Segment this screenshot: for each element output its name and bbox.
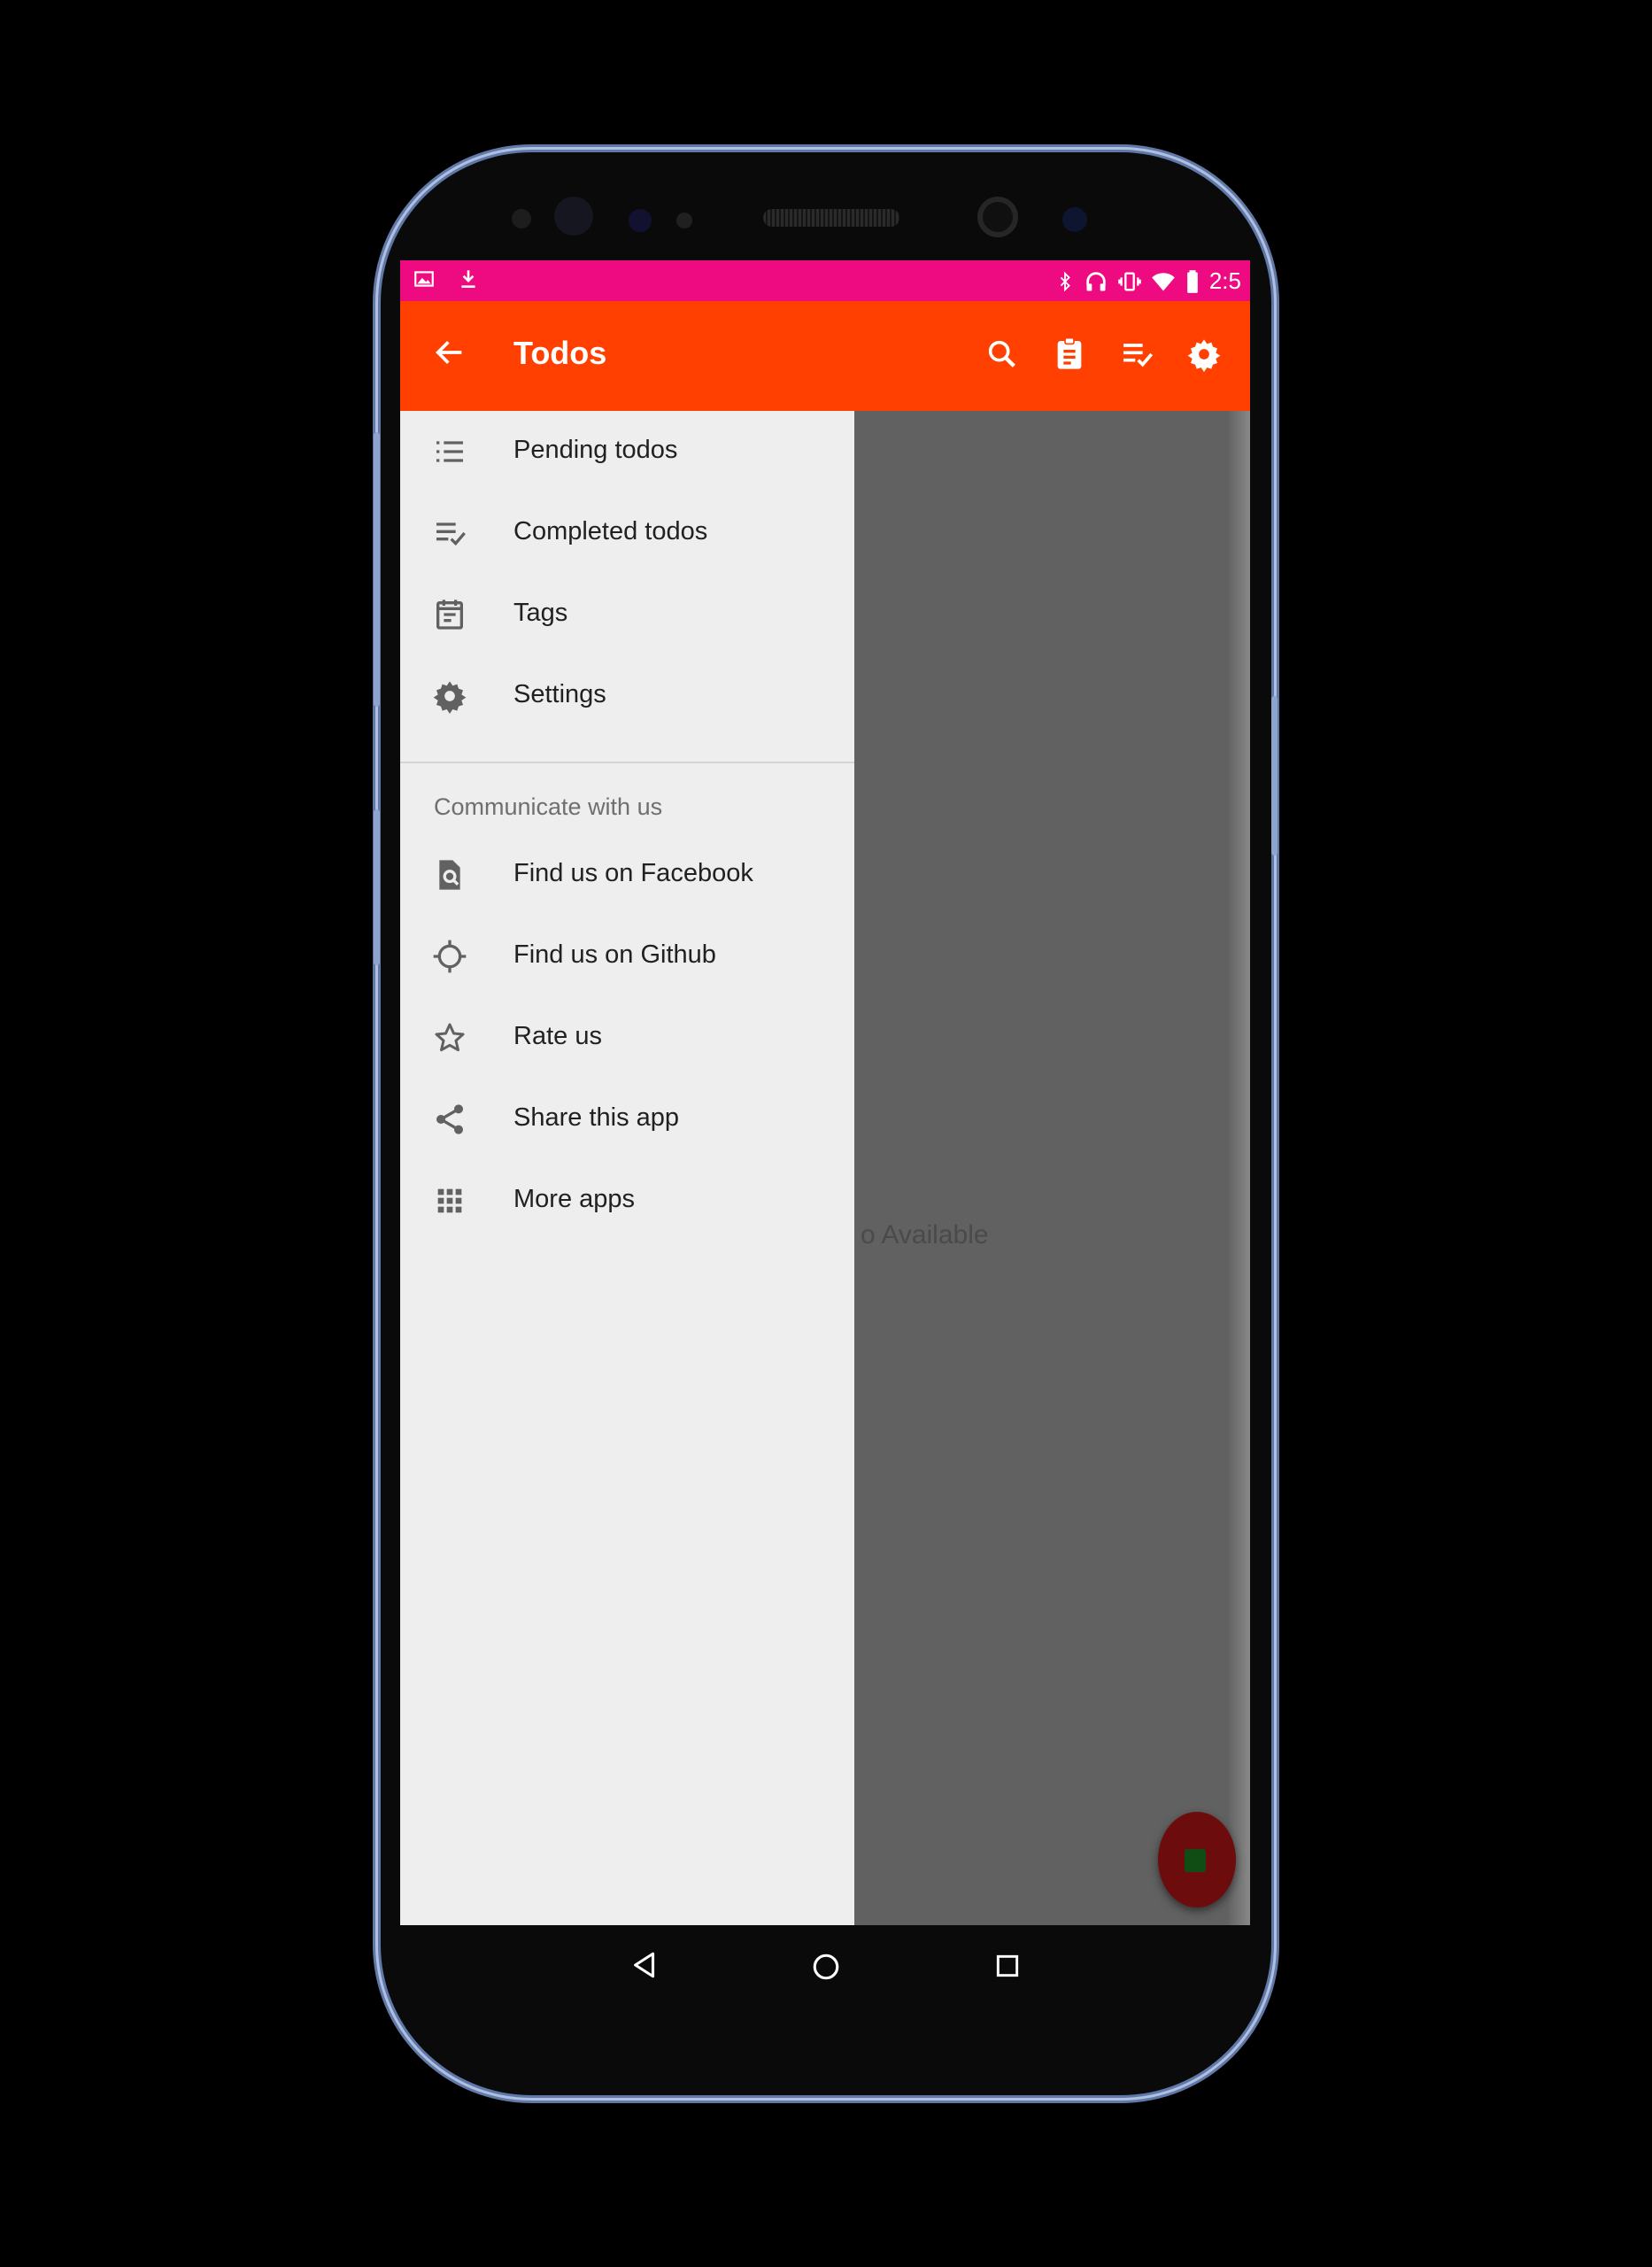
settings-icon[interactable] xyxy=(1186,337,1222,372)
page-title: Todos xyxy=(513,335,607,371)
clipboard-icon[interactable] xyxy=(1052,337,1087,372)
front-sensor xyxy=(1062,207,1087,232)
star-outline-icon xyxy=(435,1023,465,1052)
front-sensor xyxy=(512,209,531,228)
drawer-item-settings[interactable]: Settings xyxy=(400,655,854,737)
drawer-item-label: More apps xyxy=(513,1185,636,1213)
front-sensor xyxy=(676,213,692,228)
add-todo-fab[interactable] xyxy=(1158,1812,1236,1907)
gear-icon xyxy=(433,681,467,714)
drawer-item-github[interactable]: Find us on Github xyxy=(400,916,854,997)
drawer-item-completed-todos[interactable]: Completed todos xyxy=(400,492,854,574)
drawer-item-share[interactable]: Share this app xyxy=(400,1079,854,1160)
app-bar: Todos xyxy=(400,301,1250,411)
phone-volume-down-button xyxy=(374,809,380,965)
scroll-edge-shadow xyxy=(1227,411,1250,1925)
share-icon xyxy=(436,1104,463,1134)
drawer-item-facebook[interactable]: Find us on Facebook xyxy=(400,834,854,916)
search-icon[interactable] xyxy=(984,337,1020,372)
headset-icon xyxy=(1086,271,1106,290)
drawer-item-label: Share this app xyxy=(513,1103,680,1132)
battery-icon xyxy=(1187,269,1198,293)
drawer-item-rate-us[interactable]: Rate us xyxy=(400,997,854,1079)
vibrate-icon xyxy=(1118,272,1141,290)
front-sensor xyxy=(629,209,652,232)
find-in-page-icon xyxy=(439,860,460,890)
status-time: 2:5 xyxy=(1208,267,1241,294)
drawer-item-label: Find us on Github xyxy=(513,940,716,969)
drawer-subheader: Communicate with us xyxy=(434,793,663,820)
drawer-item-label: Pending todos xyxy=(513,436,678,464)
screen: 2:5 Todos o Available Pending todos Comp… xyxy=(400,260,1250,1925)
drawer-item-pending-todos[interactable]: Pending todos xyxy=(400,411,854,492)
drawer-item-label: Rate us xyxy=(513,1022,602,1050)
front-sensor xyxy=(554,197,593,236)
crosshair-icon xyxy=(433,940,467,973)
calendar-note-icon xyxy=(436,600,463,630)
back-arrow-icon[interactable] xyxy=(432,335,467,370)
phone-volume-up-button xyxy=(374,432,380,707)
wifi-icon xyxy=(1152,272,1175,290)
drawer-item-label: Completed todos xyxy=(513,517,708,545)
navigation-drawer: Pending todos Completed todos Tags Setti… xyxy=(400,411,854,1925)
apps-grid-icon xyxy=(437,1188,462,1213)
front-camera xyxy=(977,197,1018,237)
list-icon xyxy=(436,441,463,462)
phone-power-button xyxy=(1271,696,1278,855)
earpiece-speaker xyxy=(763,209,899,227)
drawer-item-label: Tags xyxy=(513,599,568,627)
add-icon xyxy=(1185,1849,1206,1872)
drawer-divider xyxy=(400,762,854,763)
playlist-check-icon xyxy=(436,522,466,546)
status-bar: 2:5 xyxy=(400,260,1250,301)
nav-recents-button[interactable] xyxy=(993,1952,1022,1980)
bluetooth-icon xyxy=(1060,271,1070,291)
playlist-check-icon[interactable] xyxy=(1119,337,1154,372)
image-notification-icon xyxy=(414,271,434,287)
drawer-item-label: Find us on Facebook xyxy=(513,859,753,887)
drawer-item-label: Settings xyxy=(513,680,606,708)
download-icon xyxy=(461,270,475,288)
nav-home-button[interactable] xyxy=(811,1952,841,1982)
nav-back-button[interactable] xyxy=(630,1950,660,1980)
drawer-item-tags[interactable]: Tags xyxy=(400,574,854,655)
drawer-item-more-apps[interactable]: More apps xyxy=(400,1160,854,1242)
empty-state-text: o Available xyxy=(861,1220,989,1250)
